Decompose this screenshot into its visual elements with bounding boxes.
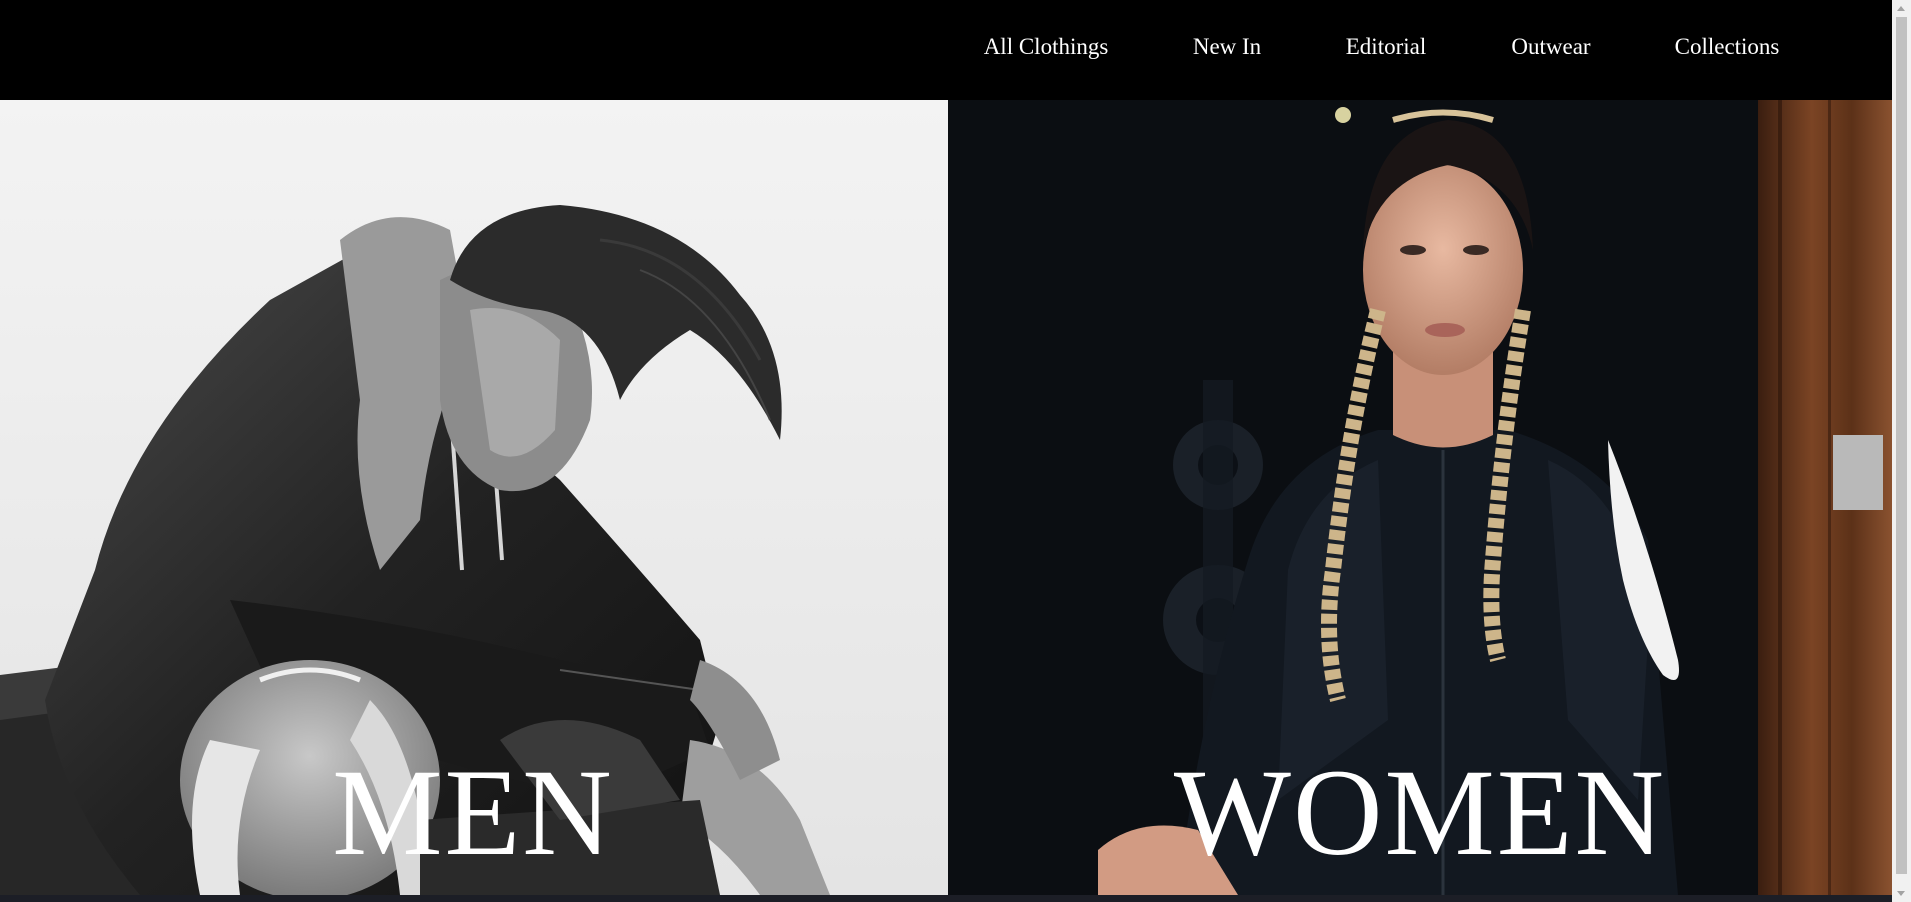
vertical-scrollbar[interactable] bbox=[1892, 0, 1911, 902]
nav-outwear[interactable]: Outwear bbox=[1511, 34, 1590, 60]
scroll-down-arrow-icon[interactable] bbox=[1897, 891, 1905, 896]
women-heading[interactable]: WOMEN bbox=[1174, 751, 1666, 875]
scroll-up-arrow-icon[interactable] bbox=[1897, 6, 1905, 11]
scrollbar-thumb[interactable] bbox=[1896, 17, 1907, 874]
men-category-panel[interactable]: MEN bbox=[0, 100, 948, 895]
nav-editorial[interactable]: Editorial bbox=[1346, 34, 1426, 60]
men-heading[interactable]: MEN bbox=[332, 751, 614, 875]
page-bottom-edge bbox=[0, 895, 1892, 902]
top-navigation: All Clothings New In Editorial Outwear C… bbox=[0, 0, 1892, 100]
nav-all-clothings[interactable]: All Clothings bbox=[984, 34, 1109, 60]
women-category-panel[interactable]: WOMEN bbox=[948, 100, 1892, 895]
nav-collections[interactable]: Collections bbox=[1675, 34, 1780, 60]
nav-new-in[interactable]: New In bbox=[1193, 34, 1261, 60]
